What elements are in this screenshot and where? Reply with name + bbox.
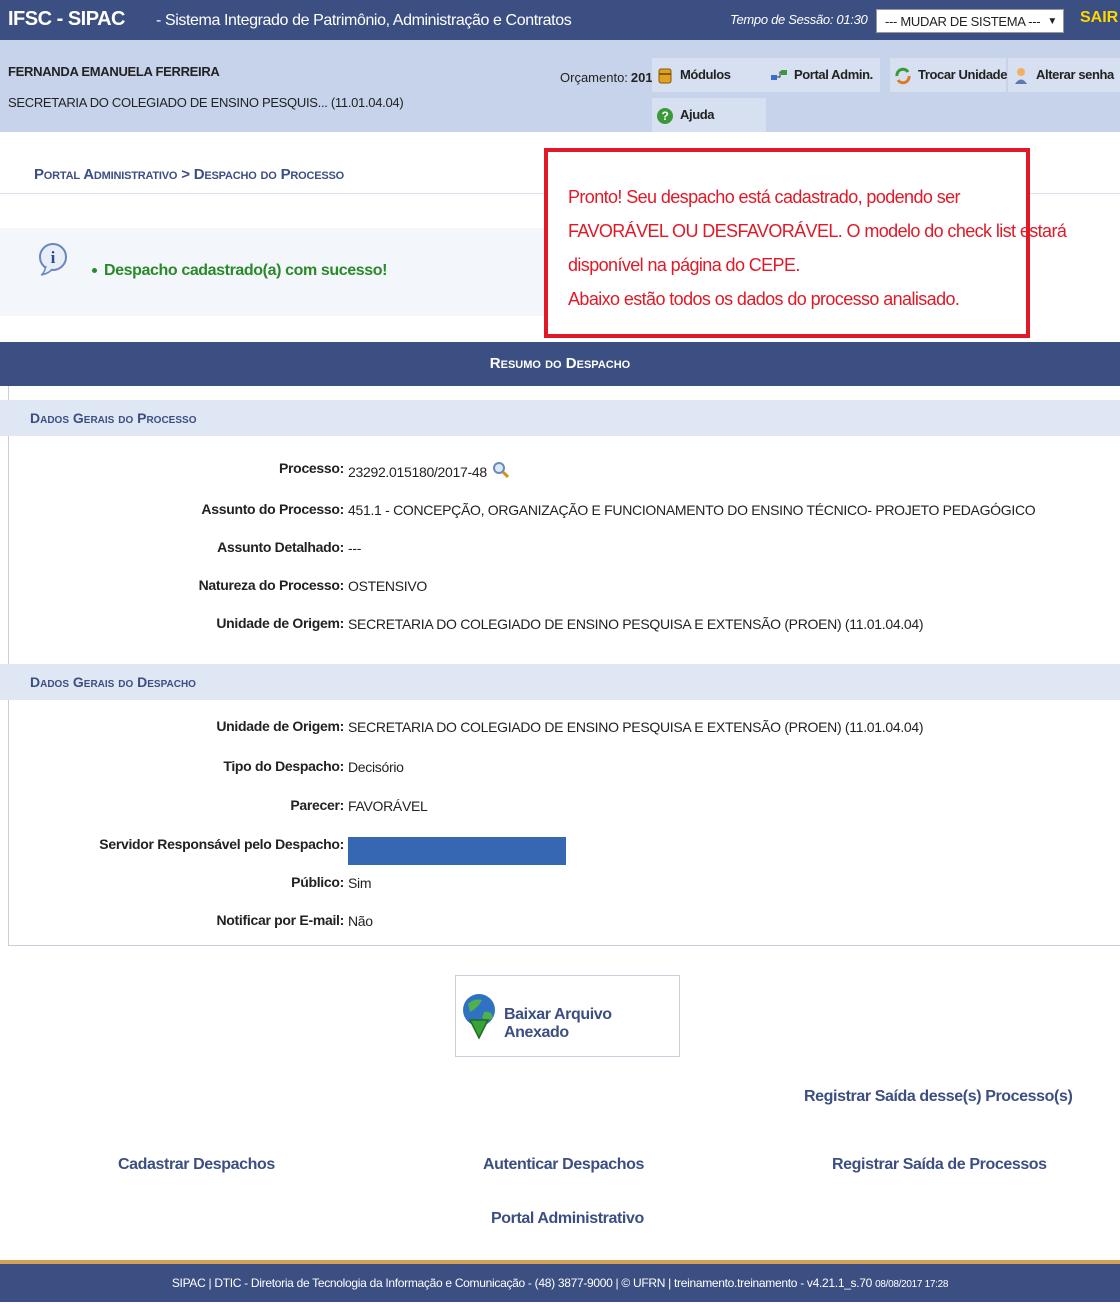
footer: SIPAC | DTIC - Diretoria de Tecnologia d… [0,1264,1120,1302]
system-select-value: --- MUDAR DE SISTEMA --- [885,14,1041,29]
budget: Orçamento: 2017 [560,70,660,85]
field-label: Assunto Detalhado: [217,539,344,555]
redacted-block [348,837,566,865]
annotation-line: Pronto! Seu despacho está cadastrado, po… [568,187,961,207]
field-label: Tipo do Despacho: [223,758,344,774]
system-name: IFSC - SIPAC [8,8,125,30]
register-exit-these-link[interactable]: Registrar Saída desse(s) Processo(s) [804,1088,1073,1106]
process-section-title: Dados Gerais do Processo [0,400,1120,436]
top-bar: IFSC - SIPAC - Sistema Integrado de Patr… [0,0,1120,40]
field-value: Decisório [348,759,404,775]
field-label: Natureza do Processo: [198,577,345,593]
change-password-button[interactable]: Alterar senha [1008,58,1120,92]
process-number: 23292.015180/2017-48 [348,464,487,480]
field-notify-email: Notificar por E-mail: Não [0,906,1120,936]
modules-label: Módulos [680,67,731,82]
budget-label: Orçamento: [560,70,628,85]
field-label: Público: [291,874,344,890]
field-value: Sim [348,875,372,891]
footer-text: SIPAC | DTIC - Diretoria de Tecnologia d… [171,1276,873,1290]
breadcrumb: Portal Administrativo > Despacho do Proc… [34,166,345,183]
field-value: 451.1 - CONCEPÇÃO, ORGANIZAÇÃO E FUNCION… [348,502,1036,518]
svg-text:?: ? [662,109,669,123]
field-responsible-server: Servidor Responsável pelo Despacho: [0,830,1120,865]
svg-text:i: i [51,248,56,267]
field-label: Processo: [279,460,344,476]
modules-icon [658,68,672,84]
annotation-line: disponível na página do CEPE. [568,255,800,275]
field-opinion: Parecer: FAVORÁVEL [0,791,1120,821]
download-attachment-button[interactable]: Baixar Arquivo Anexado [455,975,680,1057]
admin-portal-label: Portal Admin. [794,67,873,82]
download-attachment-label: Baixar Arquivo Anexado [504,1006,612,1041]
field-value-wrapper [348,837,566,865]
info-icon: i [39,243,67,276]
field-public: Público: Sim [0,868,1120,898]
user-key-icon [1015,67,1027,84]
footer-timestamp: 08/08/2017 17:28 [875,1279,949,1290]
admin-portal-link[interactable]: Portal Administrativo [491,1210,644,1228]
register-dispatches-link[interactable]: Cadastrar Despachos [118,1156,275,1174]
field-value: Não [348,913,373,929]
change-unit-button[interactable]: Trocar Unidade [890,58,1008,92]
annotation-box: Pronto! Seu despacho está cadastrado, po… [544,148,1067,338]
swap-icon [895,67,911,84]
chevron-down-icon: ▼ [1047,16,1057,27]
field-nature: Natureza do Processo: OSTENSIVO [0,571,1120,601]
help-button[interactable]: ? Ajuda [652,98,766,132]
field-process-number: Processo: 23292.015180/2017-48 [0,454,1120,484]
network-icon [771,69,787,80]
change-unit-label: Trocar Unidade [918,67,1008,82]
modules-button[interactable]: Módulos [652,58,766,92]
authenticate-dispatches-link[interactable]: Autenticar Despachos [483,1156,644,1174]
success-message: Despacho cadastrado(a) com sucesso! [104,262,387,279]
field-origin-unit: Unidade de Origem: SECRETARIA DO COLEGIA… [0,609,1120,639]
field-value: --- [348,540,362,556]
field-label: Assunto do Processo: [201,501,344,517]
annotation-line: FAVORÁVEL OU DESFAVORÁVEL. O modelo do c… [568,221,1067,241]
help-label: Ajuda [680,107,715,122]
user-name: FERNANDA EMANUELA FERREIRA [8,64,220,79]
field-label: Unidade de Origem: [216,615,344,631]
download-globe-icon [463,994,495,1040]
annotation-line: Abaixo estão todos os dados do processo … [568,289,960,309]
field-label: Notificar por E-mail: [216,912,345,928]
field-dispatch-type: Tipo do Despacho: Decisório [0,752,1120,782]
field-value: OSTENSIVO [348,578,427,594]
system-description: - Sistema Integrado de Patrimônio, Admin… [156,12,572,29]
logout-button[interactable]: SAIR [1080,9,1118,27]
session-time: Tempo de Sessão: 01:30 [730,12,868,27]
dispatch-section-title: Dados Gerais do Despacho [0,664,1120,700]
field-subject: Assunto do Processo: 451.1 - CONCEPÇÃO, … [0,495,1120,525]
bullet-icon [92,268,97,273]
field-label: Servidor Responsável pelo Despacho: [99,836,344,852]
help-icon: ? [657,107,673,124]
field-detailed-subject: Assunto Detalhado: --- [0,533,1120,563]
user-unit: SECRETARIA DO COLEGIADO DE ENSINO PESQUI… [8,95,404,110]
field-value-wrapper: 23292.015180/2017-48 [348,461,510,480]
admin-portal-button[interactable]: Portal Admin. [766,58,880,92]
success-message-box: i Despacho cadastrado(a) com sucesso! [0,228,545,316]
field-value: SECRETARIA DO COLEGIADO DE ENSINO PESQUI… [348,719,924,735]
register-exit-processes-link[interactable]: Registrar Saída de Processos [832,1156,1047,1174]
field-value: SECRETARIA DO COLEGIADO DE ENSINO PESQUI… [348,616,924,632]
field-dispatch-origin-unit: Unidade de Origem: SECRETARIA DO COLEGIA… [0,712,1120,742]
user-bar: FERNANDA EMANUELA FERREIRA SECRETARIA DO… [0,40,1120,132]
summary-header: Resumo do Despacho [0,342,1120,386]
system-select[interactable]: --- MUDAR DE SISTEMA --- ▼ [876,9,1064,33]
field-label: Unidade de Origem: [216,718,344,734]
change-password-label: Alterar senha [1036,67,1114,82]
magnifier-icon[interactable] [492,461,510,479]
field-label: Parecer: [290,797,344,813]
field-value: FAVORÁVEL [348,798,428,814]
